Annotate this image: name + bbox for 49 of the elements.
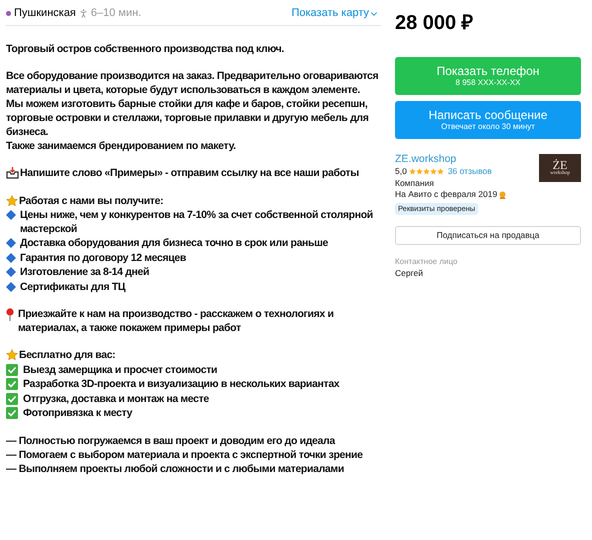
description-text: Гарантия по договору 12 месяцев — [20, 250, 186, 264]
send-message-button[interactable]: Написать сообщение Отвечает около 30 минут — [395, 101, 581, 139]
description-text: Приезжайте к нам на производство - расскажем о технологиях и материалах, а также покажем примеры работ — [18, 307, 335, 335]
price: 28 000 ₽ — [395, 11, 475, 34]
diamond-icon — [6, 238, 16, 248]
description-text: Разработка 3D-проекта и визуализацию в нескольких вариантах — [23, 377, 340, 391]
description-text: Выезд замерщика и просчет стоимости — [23, 362, 218, 376]
description-text: Мы можем изготовить барные стойки для кафе и баров, стойки ресепшн, торговые островки и стеллажи, торговые прилавки и другую мебель для бизнеса. — [6, 97, 370, 139]
description-text: Доставка оборудования для бизнеса точно в срок или раньше — [20, 236, 328, 250]
rating-value: 5,0 — [395, 166, 407, 178]
seller-since: На Авито с февраля 2019 — [395, 189, 498, 200]
diamond-icon — [6, 252, 16, 263]
show-phone-button[interactable]: Показать телефон 8 958 XXX-XX-XX — [395, 57, 581, 95]
pin-icon — [6, 308, 14, 321]
description-text: — Помогаем с выбором материала и проекта с экспертной точки зрение — [6, 448, 364, 462]
description-text: Торговый остров собственного производства под ключ. — [6, 42, 285, 56]
checkbox-icon — [6, 392, 18, 405]
star-icon — [6, 349, 18, 362]
subscribe-button[interactable]: Подписаться на продавца — [395, 226, 581, 244]
checkbox-icon — [6, 378, 18, 390]
checkbox-icon — [6, 407, 18, 420]
description-text: Также занимаемся брендированием по макету. — [6, 139, 237, 153]
diamond-icon — [6, 210, 16, 220]
description-text: Фотопривязка к месту — [23, 406, 132, 420]
description-text: — Полностью погружаемся в ваш проект и доводим его до идеала — [6, 434, 336, 448]
description-text: Сертификаты для ТЦ — [20, 280, 126, 294]
star-icon — [6, 194, 18, 207]
diamond-icon — [6, 282, 16, 292]
description-text: Отгрузка, доставка и монтаж на месте — [23, 392, 209, 406]
medal-icon — [499, 190, 506, 199]
metro-station: Пушкинская — [14, 6, 76, 22]
reviews-link[interactable]: 36 отзывов — [448, 166, 492, 178]
description-text: Работая с нами вы получите: — [19, 194, 164, 208]
tray-icon — [6, 167, 19, 180]
description-text: — Выполняем проекты любой сложности и с любыми материалами — [6, 462, 345, 476]
walk-time: 6–10 мин. — [90, 6, 142, 22]
diamond-icon — [6, 267, 16, 278]
seller-type: Компания — [395, 178, 435, 189]
description-text: Все оборудование производится на заказ. Предварительно оговариваются материалы и цвета, которые будут использоваться в каждом элементе. — [6, 69, 380, 97]
show-map-link[interactable]: Показать карту — [291, 5, 381, 22]
seller-name-link[interactable]: ZE.workshop — [395, 153, 506, 166]
description-text: Напишите слово «Примеры» - отправим ссылку на все наши работы — [20, 166, 359, 180]
description-text: Бесплатно для вас: — [19, 348, 116, 362]
contact-label: Контактное лицо — [395, 256, 458, 267]
description-text: Изготовление за 8-14 дней — [20, 265, 150, 279]
contact-name: Сергей — [395, 266, 424, 279]
checkbox-icon — [6, 364, 18, 376]
description-text: Цены ниже, чем у конкурентов на 7-10% за счет собственной столярной мастерской — [20, 208, 374, 236]
walking-person-icon — [78, 8, 89, 19]
